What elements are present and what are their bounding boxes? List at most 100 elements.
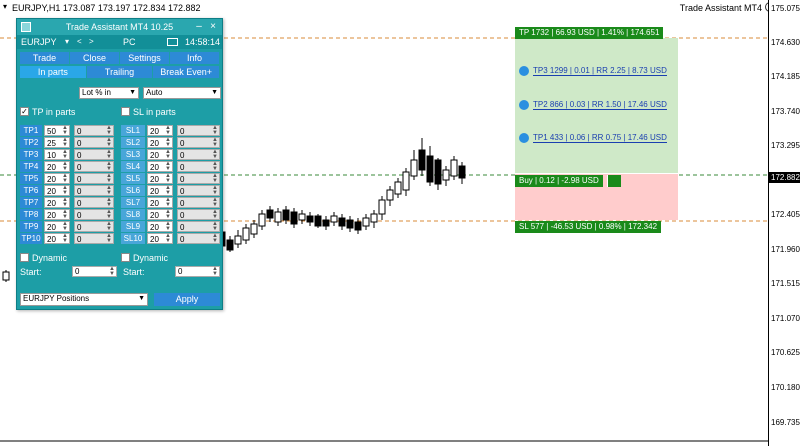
spinner-icon[interactable]: ▲ ▼ [165,149,171,160]
tab-in-parts[interactable]: In parts [20,66,86,78]
tp-distance-field[interactable]: 0 ▲ ▼ [74,125,114,136]
spinner-icon[interactable]: ▲ ▼ [106,173,112,184]
tp-percent-field[interactable]: 25 ▲ ▼ [44,137,70,148]
screen-icon[interactable] [167,38,178,46]
spinner-icon[interactable]: ▲ ▼ [106,161,112,172]
sl-start-field[interactable]: 0 ▲ ▼ [175,266,220,277]
tp-percent-field[interactable]: 20 ▲ ▼ [44,185,70,196]
sl-percent-field[interactable]: 20 ▲ ▼ [147,137,173,148]
spinner-icon[interactable]: ▲ ▼ [165,185,171,196]
sl-percent-field[interactable]: 20 ▲ ▼ [147,161,173,172]
tp2-drag-handle-icon[interactable] [519,100,529,110]
sl-distance-field[interactable]: 0 ▲ ▼ [177,161,220,172]
entry-label-box[interactable]: Buy | 0.12 | -2.98 USD [515,175,603,187]
tp-percent-field[interactable]: 20 ▲ ▼ [44,161,70,172]
checkbox-icon[interactable] [20,253,29,262]
spinner-icon[interactable]: ▲ ▼ [165,209,171,220]
panel-titlebar[interactable]: Trade Assistant MT4 10.25 – × [17,19,222,35]
spinner-icon[interactable]: ▲ ▼ [106,125,112,136]
sl-percent-field[interactable]: 20 ▲ ▼ [147,233,173,244]
sl-distance-field[interactable]: 0 ▲ ▼ [177,233,220,244]
sl-percent-field[interactable]: 20 ▲ ▼ [147,197,173,208]
price-axis[interactable]: 175.075 174.630 174.185 173.740 173.295 … [768,0,800,446]
apply-button[interactable]: Apply [154,293,220,306]
spinner-icon[interactable]: ▲ ▼ [62,125,68,136]
tp-percent-field[interactable]: 20 ▲ ▼ [44,209,70,220]
tp-in-parts-toggle[interactable]: ✓ TP in parts [20,106,75,117]
spinner-icon[interactable]: ▲ ▼ [109,266,115,277]
tp-label-box[interactable]: TP 1732 | 66.93 USD | 1.41% | 174.651 [515,27,664,39]
tp-percent-field[interactable]: 20 ▲ ▼ [44,173,70,184]
sl-dynamic-toggle[interactable]: Dynamic [121,252,168,263]
spinner-icon[interactable]: ▲ ▼ [106,149,112,160]
close-button[interactable]: × [207,19,219,35]
spinner-icon[interactable]: ▲ ▼ [165,221,171,232]
sl-distance-field[interactable]: 0 ▲ ▼ [177,197,220,208]
spinner-icon[interactable]: ▲ ▼ [62,221,68,232]
spinner-icon[interactable]: ▲ ▼ [212,149,218,160]
tp-percent-field[interactable]: 20 ▲ ▼ [44,197,70,208]
tab-trade[interactable]: Trade [20,52,69,64]
tp3-drag-handle-icon[interactable] [519,66,529,76]
sl-in-parts-toggle[interactable]: SL in parts [121,106,176,117]
tp-dynamic-toggle[interactable]: Dynamic [20,252,67,263]
sl-percent-field[interactable]: 20 ▲ ▼ [147,209,173,220]
entry-handle[interactable] [607,175,621,187]
spinner-icon[interactable]: ▲ ▼ [212,209,218,220]
sl-percent-field[interactable]: 20 ▲ ▼ [147,149,173,160]
tp-percent-field[interactable]: 20 ▲ ▼ [44,221,70,232]
checkbox-checked-icon[interactable]: ✓ [20,107,29,116]
spinner-icon[interactable]: ▲ ▼ [106,137,112,148]
checkbox-icon[interactable] [121,253,130,262]
tp1-drag-handle-icon[interactable] [519,133,529,143]
spinner-icon[interactable]: ▲ ▼ [165,233,171,244]
tp-distance-field[interactable]: 0 ▲ ▼ [74,161,114,172]
spinner-icon[interactable]: ▲ ▼ [62,149,68,160]
spinner-icon[interactable]: ▲ ▼ [212,161,218,172]
prev-symbol-button[interactable]: < [77,35,82,49]
spinner-icon[interactable]: ▲ ▼ [62,197,68,208]
tab-close[interactable]: Close [70,52,119,64]
tp-percent-field[interactable]: 50 ▲ ▼ [44,125,70,136]
sl-distance-field[interactable]: 0 ▲ ▼ [177,185,220,196]
tp2-level[interactable]: TP2 866 | 0.03 | RR 1.50 | 17.46 USD [519,99,667,111]
symbol-dropdown-icon[interactable]: ▾ [65,35,69,49]
spinner-icon[interactable]: ▲ ▼ [212,185,218,196]
tp-distance-field[interactable]: 0 ▲ ▼ [74,185,114,196]
tab-settings[interactable]: Settings [120,52,169,64]
tab-info[interactable]: Info [170,52,219,64]
sl-percent-field[interactable]: 20 ▲ ▼ [147,221,173,232]
spinner-icon[interactable]: ▲ ▼ [106,221,112,232]
spinner-icon[interactable]: ▲ ▼ [212,221,218,232]
auto-mode-select[interactable]: Auto ▼ [143,87,221,99]
sl-distance-field[interactable]: 0 ▲ ▼ [177,209,220,220]
spinner-icon[interactable]: ▲ ▼ [62,173,68,184]
spinner-icon[interactable]: ▲ ▼ [106,197,112,208]
tab-trailing[interactable]: Trailing [86,66,153,78]
minimize-button[interactable]: – [193,19,205,35]
spinner-icon[interactable]: ▲ ▼ [212,137,218,148]
spinner-icon[interactable]: ▲ ▼ [62,137,68,148]
checkbox-icon[interactable] [121,107,130,116]
tp-distance-field[interactable]: 0 ▲ ▼ [74,209,114,220]
spinner-icon[interactable]: ▲ ▼ [165,161,171,172]
spinner-icon[interactable]: ▲ ▼ [106,209,112,220]
sl-percent-field[interactable]: 20 ▲ ▼ [147,125,173,136]
tp3-level[interactable]: TP3 1299 | 0.01 | RR 2.25 | 8.73 USD [519,65,667,77]
sl-distance-field[interactable]: 0 ▲ ▼ [177,125,220,136]
tp-percent-field[interactable]: 20 ▲ ▼ [44,233,70,244]
tp-distance-field[interactable]: 0 ▲ ▼ [74,149,114,160]
next-symbol-button[interactable]: > [89,35,94,49]
tp-start-field[interactable]: 0 ▲ ▼ [72,266,117,277]
spinner-icon[interactable]: ▲ ▼ [212,125,218,136]
tp-distance-field[interactable]: 0 ▲ ▼ [74,197,114,208]
spinner-icon[interactable]: ▲ ▼ [62,233,68,244]
sl-distance-field[interactable]: 0 ▲ ▼ [177,221,220,232]
sl-percent-field[interactable]: 20 ▲ ▼ [147,185,173,196]
spinner-icon[interactable]: ▲ ▼ [212,266,218,277]
sl-distance-field[interactable]: 0 ▲ ▼ [177,149,220,160]
sl-label-box[interactable]: SL 577 | -46.53 USD | 0.98% | 172.342 [515,221,662,233]
spinner-icon[interactable]: ▲ ▼ [165,197,171,208]
tab-break-even[interactable]: Break Even+ [153,66,220,78]
spinner-icon[interactable]: ▲ ▼ [165,137,171,148]
